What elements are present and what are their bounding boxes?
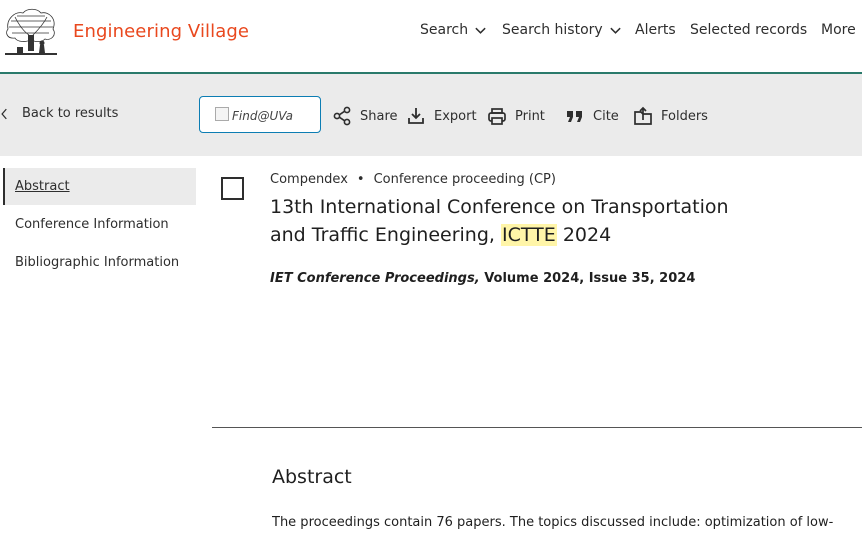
chevron-down-icon: [475, 27, 486, 34]
separator-dot: •: [356, 172, 365, 187]
record-title: 13th International Conference on Transpo…: [270, 193, 750, 249]
abstract-heading: Abstract: [272, 466, 352, 488]
folders-button[interactable]: Folders: [633, 106, 708, 126]
tree-logo-icon[interactable]: [3, 7, 59, 57]
title-highlight: ICTTE: [501, 224, 557, 246]
abstract-text: The proceedings contain 76 papers. The t…: [272, 515, 834, 530]
sidebar-item-abstract[interactable]: Abstract: [15, 179, 70, 194]
database-label: Compendex: [270, 172, 348, 187]
export-icon: [408, 108, 424, 124]
back-to-results-label: Back to results: [22, 106, 119, 121]
export-button[interactable]: Export: [406, 106, 477, 126]
nav-search-history-label: Search history: [502, 22, 603, 38]
cite-label: Cite: [593, 108, 619, 124]
nav-search-history[interactable]: Search history: [502, 22, 622, 38]
cite-icon: [567, 111, 582, 122]
broken-image-icon: [215, 107, 229, 121]
nav-alerts[interactable]: Alerts: [635, 22, 676, 38]
nav-search-label: Search: [420, 22, 469, 38]
nav-selected-records[interactable]: Selected records: [690, 22, 807, 38]
nav-alerts-label: Alerts: [635, 22, 676, 38]
title-text: 13th International Conference on Transpo…: [270, 196, 729, 246]
section-divider: [212, 427, 862, 428]
journal-name[interactable]: IET Conference Proceedings,: [270, 271, 480, 286]
nav-selected-records-label: Selected records: [690, 22, 808, 38]
nav-more-label: More: [821, 22, 856, 38]
volume-issue: Volume 2024, Issue 35, 2024: [484, 271, 696, 286]
record-meta: Compendex • Conference proceeding (CP): [270, 172, 556, 187]
share-icon: [333, 106, 351, 126]
brand-name[interactable]: Engineering Village: [73, 21, 249, 42]
doc-type-label: Conference proceeding (CP): [373, 172, 556, 187]
site-header: Engineering Village Search Search histor…: [0, 0, 862, 74]
share-button[interactable]: Share: [332, 106, 398, 126]
print-icon: [488, 108, 506, 125]
chevron-left-icon: [1, 108, 7, 119]
find-at-uva-alt-text: Find@UVa: [232, 109, 294, 123]
print-button[interactable]: Print: [487, 106, 545, 126]
chevron-down-icon: [610, 27, 621, 34]
cite-button[interactable]: Cite: [565, 106, 619, 126]
title-year: 2024: [562, 224, 612, 246]
back-to-results-link[interactable]: Back to results: [0, 106, 118, 121]
sidebar-item-conference-information[interactable]: Conference Information: [15, 217, 169, 232]
record-source: IET Conference Proceedings, Volume 2024,…: [270, 271, 695, 286]
find-at-uva-button[interactable]: Find@UVa: [199, 96, 321, 133]
print-label: Print: [515, 108, 545, 124]
folders-icon: [634, 106, 652, 125]
nav-more[interactable]: More: [821, 22, 862, 38]
folders-label: Folders: [661, 108, 708, 124]
nav-search[interactable]: Search: [420, 22, 487, 38]
share-label: Share: [360, 108, 398, 124]
export-label: Export: [434, 108, 477, 124]
select-record-checkbox[interactable]: [221, 177, 244, 200]
sidebar-item-bibliographic-information[interactable]: Bibliographic Information: [15, 255, 179, 270]
